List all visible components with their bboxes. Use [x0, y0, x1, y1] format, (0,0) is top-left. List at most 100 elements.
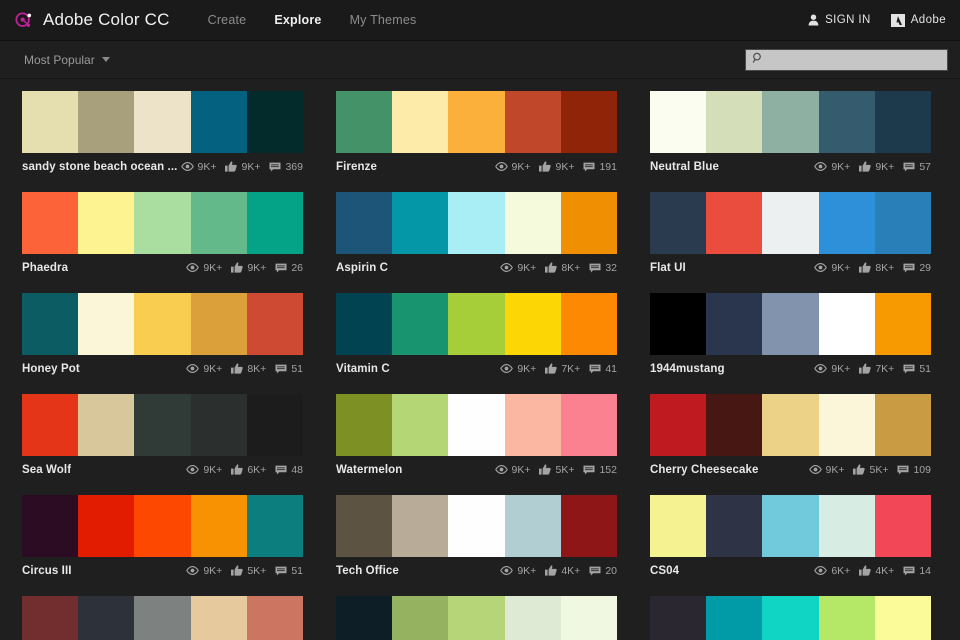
theme-title[interactable]: Honey Pot: [22, 363, 80, 375]
color-swatch[interactable]: [22, 394, 78, 456]
theme-card[interactable]: Tech Office9K+4K+20: [336, 495, 617, 579]
color-swatch[interactable]: [448, 495, 504, 557]
theme-card[interactable]: Watermelon9K+5K+152: [336, 394, 617, 478]
color-swatch[interactable]: [706, 91, 762, 153]
color-swatch[interactable]: [22, 596, 78, 640]
color-swatch[interactable]: [706, 293, 762, 355]
color-swatch[interactable]: [22, 293, 78, 355]
color-swatch[interactable]: [706, 596, 762, 640]
color-swatch-strip[interactable]: [336, 293, 617, 355]
color-swatch-strip[interactable]: [650, 293, 931, 355]
theme-card[interactable]: Flat UI9K+8K+29: [650, 192, 931, 276]
color-swatch[interactable]: [336, 394, 392, 456]
theme-title[interactable]: Firenze: [336, 161, 377, 173]
theme-card[interactable]: Cherry Cheesecake9K+5K+109: [650, 394, 931, 478]
color-swatch[interactable]: [505, 192, 561, 254]
color-swatch[interactable]: [247, 192, 303, 254]
color-swatch[interactable]: [78, 293, 134, 355]
color-swatch[interactable]: [448, 394, 504, 456]
color-swatch[interactable]: [336, 596, 392, 640]
color-swatch[interactable]: [448, 293, 504, 355]
theme-card[interactable]: Firenze9K+9K+191: [336, 91, 617, 175]
color-swatch[interactable]: [819, 91, 875, 153]
theme-card[interactable]: Phaedra9K+9K+26: [22, 192, 303, 276]
color-swatch[interactable]: [191, 495, 247, 557]
color-swatch[interactable]: [191, 596, 247, 640]
theme-title[interactable]: CS04: [650, 565, 679, 577]
theme-card[interactable]: Aspirin C9K+8K+32: [336, 192, 617, 276]
color-swatch-strip[interactable]: [650, 596, 931, 640]
color-swatch[interactable]: [22, 91, 78, 153]
color-swatch[interactable]: [247, 394, 303, 456]
color-swatch[interactable]: [875, 192, 931, 254]
nav-item-explore[interactable]: Explore: [274, 13, 321, 27]
color-swatch[interactable]: [505, 293, 561, 355]
color-swatch[interactable]: [392, 394, 448, 456]
color-swatch[interactable]: [247, 596, 303, 640]
theme-title[interactable]: Sea Wolf: [22, 464, 71, 476]
theme-title[interactable]: Neutral Blue: [650, 161, 719, 173]
color-swatch[interactable]: [336, 91, 392, 153]
color-swatch[interactable]: [247, 495, 303, 557]
color-swatch[interactable]: [336, 192, 392, 254]
color-swatch[interactable]: [134, 91, 190, 153]
theme-title[interactable]: Flat UI: [650, 262, 686, 274]
theme-card[interactable]: [336, 596, 617, 640]
sign-in-button[interactable]: SIGN IN: [808, 14, 871, 26]
color-swatch[interactable]: [650, 91, 706, 153]
color-swatch[interactable]: [819, 394, 875, 456]
color-swatch[interactable]: [448, 192, 504, 254]
color-swatch[interactable]: [134, 192, 190, 254]
color-swatch[interactable]: [392, 192, 448, 254]
color-swatch[interactable]: [505, 495, 561, 557]
color-swatch-strip[interactable]: [650, 91, 931, 153]
color-swatch[interactable]: [650, 192, 706, 254]
color-swatch-strip[interactable]: [336, 596, 617, 640]
color-swatch-strip[interactable]: [22, 91, 303, 153]
color-swatch[interactable]: [448, 596, 504, 640]
color-swatch[interactable]: [650, 394, 706, 456]
color-swatch[interactable]: [875, 293, 931, 355]
color-swatch-strip[interactable]: [650, 192, 931, 254]
color-swatch[interactable]: [561, 596, 617, 640]
color-swatch[interactable]: [134, 495, 190, 557]
color-swatch[interactable]: [78, 394, 134, 456]
theme-title[interactable]: Cherry Cheesecake: [650, 464, 758, 476]
color-swatch[interactable]: [134, 394, 190, 456]
theme-title[interactable]: Tech Office: [336, 565, 399, 577]
color-swatch[interactable]: [762, 192, 818, 254]
color-swatch[interactable]: [561, 495, 617, 557]
theme-card[interactable]: Circus III9K+5K+51: [22, 495, 303, 579]
color-swatch[interactable]: [448, 91, 504, 153]
color-swatch[interactable]: [819, 293, 875, 355]
nav-item-my-themes[interactable]: My Themes: [350, 13, 417, 27]
color-swatch[interactable]: [22, 495, 78, 557]
color-swatch[interactable]: [762, 293, 818, 355]
color-swatch[interactable]: [561, 192, 617, 254]
color-swatch[interactable]: [762, 495, 818, 557]
color-swatch[interactable]: [706, 495, 762, 557]
color-swatch[interactable]: [706, 192, 762, 254]
color-swatch[interactable]: [134, 596, 190, 640]
color-swatch[interactable]: [561, 293, 617, 355]
search-box[interactable]: [745, 49, 948, 71]
theme-card[interactable]: [650, 596, 931, 640]
color-swatch[interactable]: [762, 394, 818, 456]
color-swatch-strip[interactable]: [22, 293, 303, 355]
color-swatch[interactable]: [875, 91, 931, 153]
color-swatch[interactable]: [78, 596, 134, 640]
color-swatch-strip[interactable]: [22, 394, 303, 456]
color-swatch[interactable]: [392, 293, 448, 355]
color-swatch[interactable]: [191, 293, 247, 355]
color-swatch[interactable]: [650, 596, 706, 640]
theme-title[interactable]: sandy stone beach ocean ...: [22, 161, 177, 173]
theme-title[interactable]: Phaedra: [22, 262, 68, 274]
color-swatch[interactable]: [22, 192, 78, 254]
color-swatch[interactable]: [505, 394, 561, 456]
color-swatch[interactable]: [336, 293, 392, 355]
color-swatch-strip[interactable]: [336, 192, 617, 254]
color-swatch[interactable]: [505, 596, 561, 640]
color-swatch-strip[interactable]: [22, 495, 303, 557]
color-swatch-strip[interactable]: [336, 495, 617, 557]
nav-item-create[interactable]: Create: [208, 13, 247, 27]
